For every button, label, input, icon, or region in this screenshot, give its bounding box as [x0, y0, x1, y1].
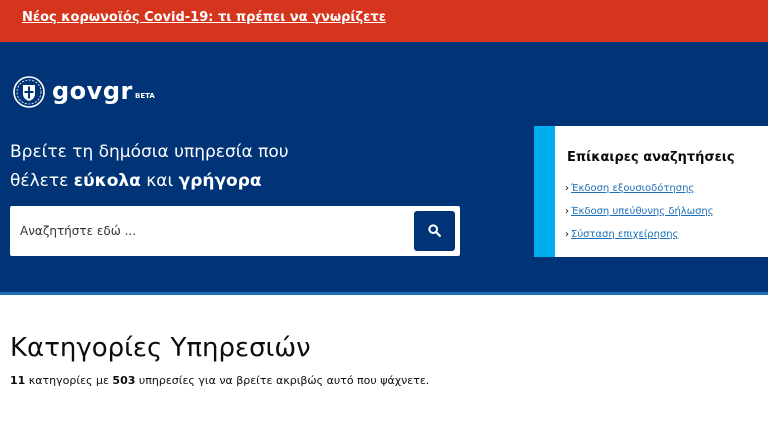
- hero-title-bold-fast: γρήγορα: [178, 171, 262, 191]
- popular-searches-list: › Έκδοση εξουσιοδότησης › Έκδοση υπεύθυνης…: [565, 182, 714, 251]
- chevron-right-icon: ›: [565, 206, 569, 217]
- categories-summary: 11 κατηγορίες με 503 υπηρεσίες για να βρ…: [10, 374, 429, 387]
- popular-link-solemn-declaration[interactable]: Έκδοση υπεύθυνης δήλωσης: [571, 206, 714, 217]
- hero-title-bold-easy: εύκολα: [73, 171, 141, 191]
- covid-alert-link[interactable]: Νέος κορωνοϊός Covid-19: τι πρέπει να γν…: [22, 10, 386, 25]
- logo-text: govgr: [52, 77, 133, 105]
- page-title: Κατηγορίες Υπηρεσιών: [10, 333, 311, 363]
- popular-searches-panel: Επίκαιρες αναζητήσεις › Έκδοση εξουσιοδότ…: [534, 126, 768, 257]
- popular-link-authorization[interactable]: Έκδοση εξουσιοδότησης: [571, 183, 694, 194]
- summary-text-1: κατηγορίες με: [25, 374, 113, 387]
- category-count: 11: [10, 374, 26, 387]
- list-item: › Σύσταση επιχείρησης: [565, 228, 714, 251]
- list-item: › Έκδοση υπεύθυνης δήλωσης: [565, 205, 714, 228]
- search-button[interactable]: [414, 211, 455, 251]
- search-icon: [428, 224, 441, 237]
- list-item: › Έκδοση εξουσιοδότησης: [565, 182, 714, 205]
- chevron-right-icon: ›: [565, 183, 569, 194]
- hero-title-middle: και: [140, 171, 179, 191]
- service-count: 503: [112, 374, 136, 387]
- search-input[interactable]: [10, 206, 410, 256]
- hero-divider: [0, 292, 768, 295]
- popular-link-business-setup[interactable]: Σύσταση επιχείρησης: [571, 229, 679, 240]
- popular-searches-title: Επίκαιρες αναζητήσεις: [567, 150, 735, 165]
- greek-emblem-icon: [13, 76, 45, 108]
- hero-title-prefix: θέλετε: [10, 171, 74, 191]
- beta-badge: BETA: [135, 92, 155, 100]
- hero-title-line-1: Βρείτε τη δημόσια υπηρεσία που: [10, 142, 289, 162]
- alert-banner: Νέος κορωνοϊός Covid-19: τι πρέπει να γν…: [0, 0, 768, 42]
- search-box: [10, 206, 460, 256]
- summary-text-2: υπηρεσίες για να βρείτε ακριβώς αυτό που…: [135, 374, 430, 387]
- hero-section: govgr BETA Βρείτε τη δημόσια υπηρεσία πο…: [0, 42, 768, 292]
- hero-title-line-2: θέλετε εύκολα και γρήγορα: [10, 170, 262, 192]
- chevron-right-icon: ›: [565, 229, 569, 240]
